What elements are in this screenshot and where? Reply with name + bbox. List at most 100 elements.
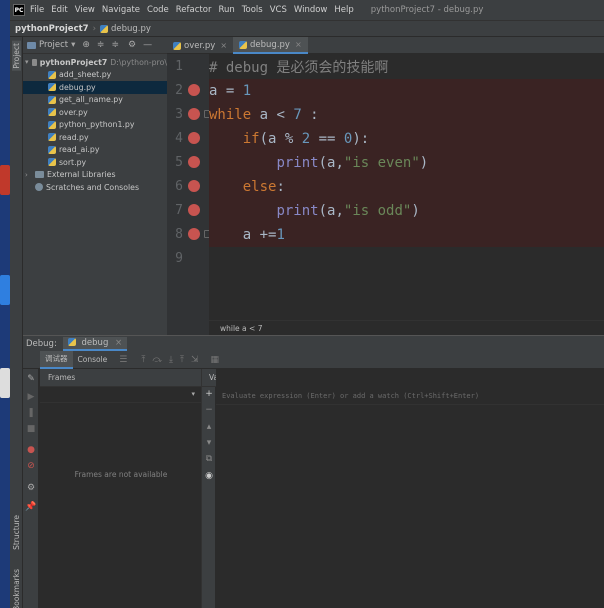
python-file-icon: [48, 95, 56, 104]
menu-tools[interactable]: Tools: [242, 5, 263, 15]
show-execution-point-icon[interactable]: ⤒: [141, 355, 145, 365]
mute-breakpoints-icon[interactable]: ⊘: [26, 461, 36, 471]
menu-run[interactable]: Run: [218, 5, 234, 15]
resume-icon[interactable]: ▶: [26, 392, 36, 402]
locate-icon[interactable]: ⊕: [82, 40, 90, 50]
external-libraries-item[interactable]: › External Libraries: [23, 169, 167, 182]
line-number: 2: [175, 83, 183, 98]
variables-toolbar: + − ▴ ▾ ⧉ ◉: [202, 387, 216, 608]
breakpoint-icon[interactable]: [188, 180, 200, 192]
project-tool-button[interactable]: Project: [12, 41, 21, 71]
list-item[interactable]: python_python1.py: [23, 119, 167, 132]
add-watch-icon[interactable]: +: [205, 389, 213, 399]
close-icon[interactable]: ×: [220, 41, 227, 50]
menu-edit[interactable]: Edit: [51, 5, 67, 15]
menu-file[interactable]: File: [30, 5, 44, 15]
minimize-icon[interactable]: —: [143, 40, 152, 50]
structure-tool-button[interactable]: Structure: [12, 515, 21, 550]
step-out-icon[interactable]: ⤒: [180, 355, 184, 365]
breakpoint-icon[interactable]: [188, 108, 200, 120]
code-text: print(a,"is odd"): [276, 203, 420, 219]
scratches-item[interactable]: Scratches and Consoles: [23, 181, 167, 194]
wrench-icon[interactable]: ✎: [26, 374, 36, 384]
external-libraries-label: External Libraries: [47, 170, 116, 180]
menu-view[interactable]: View: [75, 5, 95, 15]
pause-icon[interactable]: ❚: [26, 408, 36, 418]
file-name: debug.py: [59, 82, 96, 92]
project-view-icon: [27, 41, 36, 49]
evaluate-icon[interactable]: ▦: [210, 355, 219, 365]
step-over-icon[interactable]: ⤼: [152, 355, 162, 365]
tab-console-label: Console: [77, 355, 108, 364]
expand-all-icon[interactable]: ≑: [111, 40, 119, 50]
file-name: read_ai.py: [59, 145, 100, 155]
stop-icon[interactable]: ■: [26, 424, 36, 434]
desktop-app-icon[interactable]: [0, 275, 10, 305]
breakpoint-icon[interactable]: [188, 156, 200, 168]
step-into-icon[interactable]: ⤓: [169, 355, 173, 365]
tab-over-py[interactable]: over.py ×: [167, 37, 233, 54]
close-icon[interactable]: ×: [115, 338, 122, 348]
remove-watch-icon[interactable]: −: [205, 405, 213, 415]
project-view-dropdown[interactable]: Project: [39, 40, 68, 50]
code-line: print(a,"is even"): [209, 151, 604, 175]
breakpoint-icon[interactable]: [188, 204, 200, 216]
tab-debugger[interactable]: 调试器: [40, 350, 73, 369]
python-file-icon: [48, 108, 56, 117]
menu-navigate[interactable]: Navigate: [102, 5, 140, 15]
move-down-icon[interactable]: ▾: [205, 438, 213, 448]
file-name: get_all_name.py: [59, 95, 123, 105]
view-breakpoints-icon[interactable]: ●: [26, 445, 36, 455]
breakpoint-icon[interactable]: [188, 84, 200, 96]
gutter-footer: [167, 320, 209, 335]
desktop-app-icon[interactable]: [0, 165, 10, 195]
expand-arrow-icon[interactable]: ›: [25, 171, 32, 179]
debug-label: Debug:: [26, 338, 57, 349]
code-editor[interactable]: # debug 是必须会的技能啊 a = 1 while a < 7 : if(…: [209, 54, 604, 320]
menu-window[interactable]: Window: [294, 5, 328, 15]
evaluate-expression-input[interactable]: Evaluate expression (Enter) or add a wat…: [216, 388, 604, 405]
list-item[interactable]: add_sheet.py: [23, 69, 167, 82]
breadcrumb-file[interactable]: debug.py: [111, 24, 151, 34]
file-name: read.py: [59, 132, 89, 142]
tab-console[interactable]: Console: [73, 351, 113, 369]
pin-icon[interactable]: 📌: [25, 502, 36, 512]
chevron-down-icon[interactable]: ▾: [71, 40, 75, 50]
menu-code[interactable]: Code: [147, 5, 169, 15]
tab-label: debug.py: [250, 39, 290, 50]
tab-debug-py[interactable]: debug.py ×: [233, 37, 308, 54]
list-item[interactable]: over.py: [23, 106, 167, 119]
list-item[interactable]: sort.py: [23, 156, 167, 169]
run-to-cursor-icon[interactable]: ⇲: [191, 355, 199, 365]
menu-refactor[interactable]: Refactor: [176, 5, 212, 15]
show-watches-icon[interactable]: ◉: [205, 471, 213, 481]
layout-icon[interactable]: ☰: [119, 355, 127, 365]
copy-icon[interactable]: ⧉: [205, 454, 213, 464]
debug-session-tab[interactable]: debug ×: [62, 336, 128, 351]
tab-label: over.py: [184, 40, 216, 51]
thread-selector[interactable]: ▾: [40, 387, 201, 403]
tree-root[interactable]: ▾ pythonProject7 D:\python-pro\: [23, 56, 167, 69]
python-file-icon: [48, 120, 56, 129]
breakpoint-icon[interactable]: [188, 228, 200, 240]
close-icon[interactable]: ×: [295, 40, 302, 49]
list-item-selected[interactable]: debug.py: [23, 81, 167, 94]
gear-icon[interactable]: ⚙: [128, 40, 136, 50]
desktop-app-icon[interactable]: [0, 368, 10, 398]
move-up-icon[interactable]: ▴: [205, 422, 213, 432]
breakpoint-icon[interactable]: [188, 132, 200, 144]
list-item[interactable]: read.py: [23, 131, 167, 144]
expand-arrow-icon[interactable]: ▾: [25, 58, 29, 66]
collapse-all-icon[interactable]: ≑: [97, 40, 105, 50]
list-item[interactable]: get_all_name.py: [23, 94, 167, 107]
breadcrumb-project[interactable]: pythonProject7: [15, 24, 89, 34]
python-file-icon: [48, 83, 56, 92]
chevron-down-icon[interactable]: ▾: [191, 390, 195, 398]
gear-icon[interactable]: ⚙: [26, 483, 36, 493]
editor-gutter[interactable]: 1 2 3 4 5 6 7 8 9: [167, 54, 210, 320]
menu-vcs[interactable]: VCS: [270, 5, 287, 15]
menu-help[interactable]: Help: [334, 5, 353, 15]
code-context-label[interactable]: while a < 7: [220, 324, 262, 333]
list-item[interactable]: read_ai.py: [23, 144, 167, 157]
bookmarks-tool-button[interactable]: Bookmarks: [12, 569, 21, 608]
